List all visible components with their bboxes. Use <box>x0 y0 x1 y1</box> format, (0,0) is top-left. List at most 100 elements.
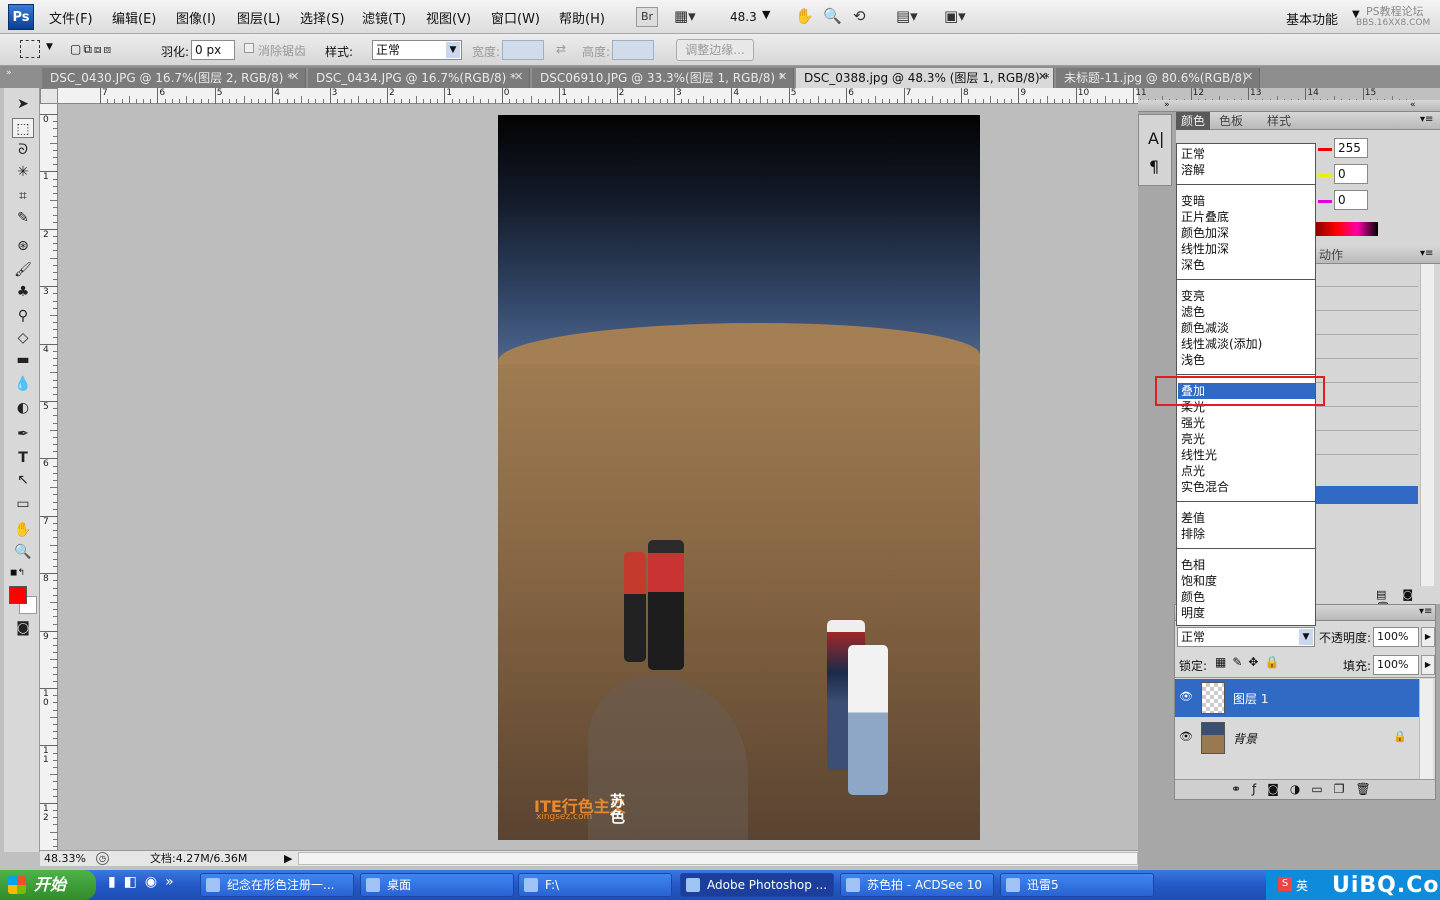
document-tab[interactable]: DSC_0434.JPG @ 16.7%(RGB/8) * <box>308 68 530 88</box>
menu-item[interactable]: 视图(V) <box>426 8 471 27</box>
close-tab-icon[interactable]: ✕ <box>290 70 299 83</box>
paragraph-panel-icon[interactable]: ¶ <box>1149 157 1159 176</box>
default-colors-icon[interactable]: ◼↰ <box>10 568 25 578</box>
zoom-level[interactable]: 48.3 <box>730 10 757 24</box>
document-tab[interactable]: DSC_0388.jpg @ 48.3% (图层 1, RGB/8) * <box>796 68 1054 88</box>
marquee-tool-icon[interactable]: ⬚ <box>12 118 34 138</box>
clone-stamp-tool-icon[interactable]: ♣ <box>12 282 34 302</box>
blend-mode-option[interactable]: 深色 <box>1181 257 1205 273</box>
magic-wand-tool-icon[interactable]: ✳ <box>12 162 34 182</box>
status-menu-arrow-icon[interactable]: ▶ <box>284 851 292 866</box>
green-value-input[interactable]: 0 <box>1334 164 1368 184</box>
color-panel-tab[interactable]: 样式 <box>1262 112 1296 130</box>
pen-tool-icon[interactable]: ✒ <box>12 424 34 444</box>
layer-row[interactable]: 👁 背景 🔒 <box>1175 719 1419 757</box>
hand-tool-icon[interactable]: ✋ <box>12 520 34 540</box>
blend-mode-option[interactable]: 颜色减淡 <box>1181 320 1229 336</box>
blend-mode-option[interactable]: 排除 <box>1181 526 1205 542</box>
blend-mode-option[interactable]: 变暗 <box>1181 193 1205 209</box>
path-selection-tool-icon[interactable]: ↖ <box>12 470 34 490</box>
blend-mode-option[interactable]: 颜色加深 <box>1181 225 1229 241</box>
antialias-checkbox[interactable] <box>244 43 254 53</box>
red-slider[interactable] <box>1318 148 1332 151</box>
blend-mode-option[interactable]: 明度 <box>1181 605 1205 621</box>
marquee-preset-icon[interactable] <box>20 40 40 58</box>
foreground-color-swatch[interactable] <box>9 586 27 604</box>
crop-tool-icon[interactable]: ⌗ <box>12 186 34 206</box>
move-tool-icon[interactable]: ➤ <box>12 94 34 114</box>
bridge-button[interactable]: Br <box>636 7 658 27</box>
quick-mask-icon[interactable]: ◙ <box>12 618 34 638</box>
opacity-input[interactable]: 100% <box>1373 627 1419 647</box>
lock-icons[interactable]: ▦✎✥🔒 <box>1215 655 1285 669</box>
blend-mode-option[interactable]: 强光 <box>1181 415 1205 431</box>
height-input[interactable] <box>612 40 654 60</box>
panel-collapse-icon[interactable]: » <box>6 68 12 78</box>
menu-item[interactable]: 窗口(W) <box>491 8 540 27</box>
blend-mode-option[interactable]: 溶解 <box>1181 162 1205 178</box>
color-panel-tab[interactable]: 色板 <box>1214 112 1248 130</box>
blend-mode-option[interactable]: 颜色 <box>1181 589 1205 605</box>
zoom-tool-icon[interactable]: 🔍 <box>823 7 842 27</box>
visibility-eye-icon[interactable]: 👁 <box>1179 690 1195 704</box>
blend-mode-option[interactable]: 线性减淡(添加) <box>1181 336 1262 352</box>
screen-mode-icon[interactable]: ▣▾ <box>944 7 966 27</box>
blend-mode-option[interactable]: 色相 <box>1181 557 1205 573</box>
blend-mode-option[interactable]: 差值 <box>1181 510 1205 526</box>
visibility-eye-icon[interactable]: 👁 <box>1179 730 1195 744</box>
menu-item[interactable]: 图像(I) <box>176 8 216 27</box>
fill-input[interactable]: 100% <box>1373 655 1419 675</box>
menu-item[interactable]: 编辑(E) <box>112 8 156 27</box>
panel-menu-icon[interactable]: ▾≡ <box>1420 114 1433 125</box>
view-extras-icon[interactable]: ▦▾ <box>674 7 696 27</box>
spot-healing-tool-icon[interactable]: ⊛ <box>12 236 34 256</box>
red-value-input[interactable]: 255 <box>1334 138 1368 158</box>
dock-expand-icon[interactable]: » <box>1164 100 1170 110</box>
document-tab[interactable]: 未标题-11.jpg @ 80.6%(RGB/8) <box>1056 68 1260 88</box>
blend-mode-option[interactable]: 线性加深 <box>1181 241 1229 257</box>
rotate-view-icon[interactable]: ⟲ <box>853 7 866 27</box>
document-image[interactable]: ITE行色主义 xingsez.com 苏色 <box>498 115 980 840</box>
menu-item[interactable]: 选择(S) <box>300 8 344 27</box>
menu-item[interactable]: 帮助(H) <box>559 8 605 27</box>
ime-indicator[interactable]: 英 <box>1296 877 1308 894</box>
selection-mode-icons[interactable]: ▢⧉⧈⧇ <box>70 42 138 58</box>
menu-item[interactable]: 文件(F) <box>49 8 93 27</box>
panel-menu-icon[interactable]: ▾≡ <box>1419 606 1432 617</box>
history-selected-row[interactable] <box>1316 486 1418 504</box>
document-tab[interactable]: DSC06910.JPG @ 33.3%(图层 1, RGB/8) * <box>532 68 794 88</box>
type-tool-icon[interactable]: T <box>12 448 34 468</box>
document-tab[interactable]: DSC_0430.JPG @ 16.7%(图层 2, RGB/8) * <box>42 68 306 88</box>
blend-mode-option[interactable]: 实色混合 <box>1181 479 1229 495</box>
blend-mode-option[interactable]: 浅色 <box>1181 352 1205 368</box>
menu-item[interactable]: 图层(L) <box>237 8 280 27</box>
actions-tab[interactable]: 动作 <box>1314 246 1348 264</box>
close-tab-icon[interactable]: ✕ <box>778 70 787 83</box>
blend-mode-option[interactable]: 滤色 <box>1181 304 1205 320</box>
blend-mode-option[interactable]: 正常 <box>1181 146 1205 162</box>
blend-mode-option[interactable]: 点光 <box>1181 463 1205 479</box>
blend-mode-option[interactable]: 线性光 <box>1181 447 1217 463</box>
taskbar-button[interactable]: 桌面 <box>360 873 514 897</box>
dodge-tool-icon[interactable]: ◐ <box>12 398 34 418</box>
blue-slider[interactable] <box>1318 200 1332 203</box>
close-tab-icon[interactable]: ✕ <box>1038 70 1047 83</box>
ruler-origin[interactable] <box>40 88 58 104</box>
quick-launch-icons[interactable]: ▮◧◉» <box>108 874 182 890</box>
character-panel-icon[interactable]: A| <box>1148 129 1164 148</box>
layers-scrollbar[interactable] <box>1419 679 1433 779</box>
status-info-icon[interactable]: ◷ <box>96 852 109 865</box>
fill-slider-arrow-icon[interactable]: ▶ <box>1421 655 1435 675</box>
blend-mode-option[interactable]: 饱和度 <box>1181 573 1217 589</box>
taskbar-button[interactable]: 纪念在形色注册一... <box>200 873 354 897</box>
layer-name[interactable]: 背景 <box>1233 730 1257 747</box>
blend-mode-option[interactable]: 亮光 <box>1181 431 1205 447</box>
taskbar-button[interactable]: Adobe Photoshop ... <box>680 873 834 897</box>
panel-menu-icon[interactable]: ▾≡ <box>1420 248 1433 259</box>
gradient-tool-icon[interactable]: ▬ <box>12 350 34 370</box>
feather-input[interactable]: 0 px <box>191 40 235 60</box>
shape-tool-icon[interactable]: ▭ <box>12 494 34 514</box>
status-zoom[interactable]: 48.33% <box>44 851 86 866</box>
blue-value-input[interactable]: 0 <box>1334 190 1368 210</box>
eyedropper-tool-icon[interactable]: ✎ <box>12 208 34 228</box>
